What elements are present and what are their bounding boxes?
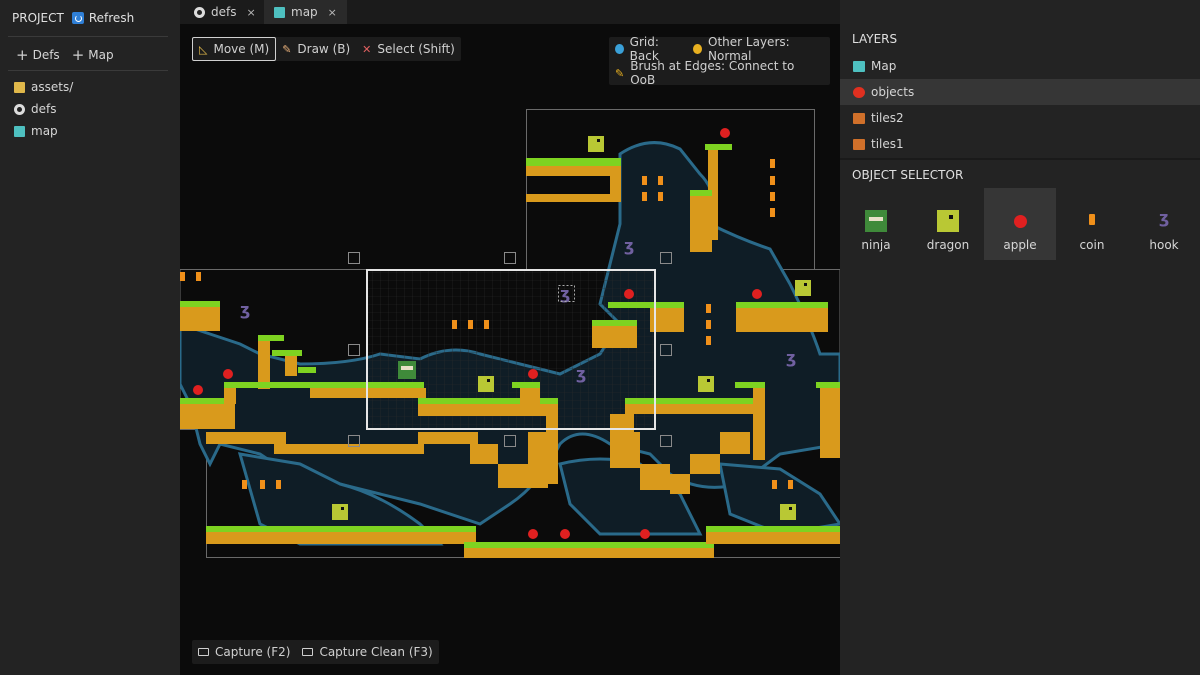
pencil-icon: ✎	[615, 66, 625, 80]
tab-bar: defs × map ×	[180, 0, 840, 24]
layer-item-map[interactable]: Map	[840, 53, 1200, 79]
tab-label: map	[291, 5, 318, 19]
select-tool-button[interactable]: ✕ Select (Shift)	[356, 37, 461, 61]
brush-icon: ✎	[282, 42, 292, 56]
folder-icon	[14, 81, 25, 93]
brush-edges-option-button[interactable]: ✎ Brush at Edges: Connect to OoB	[615, 59, 820, 87]
gear-icon	[194, 6, 205, 18]
tiles-icon	[853, 112, 865, 124]
draw-tool-button[interactable]: ✎ Draw (B)	[276, 37, 356, 61]
add-buttons: + Defs + Map	[16, 46, 114, 64]
add-defs-label: Defs	[32, 48, 60, 62]
object-label: dragon	[926, 238, 970, 252]
map-canvas[interactable]: ʒ ʒ ʒ ʒ ʒ ◺ Move (M) ✎ Draw (B) ✕ Select (S…	[180, 24, 840, 675]
close-icon[interactable]: ×	[328, 6, 337, 19]
tiles-icon	[853, 138, 865, 150]
layer-label: Map	[871, 59, 897, 73]
add-map-label: Map	[88, 48, 114, 62]
layer-item-tiles2[interactable]: tiles2	[840, 105, 1200, 131]
apple-icon	[1009, 210, 1031, 232]
svg-text:ʒ: ʒ	[560, 284, 570, 303]
plus-icon: +	[71, 46, 85, 64]
layer-label: tiles2	[871, 111, 904, 125]
layers-title: LAYERS	[852, 32, 898, 46]
object-label: ninja	[861, 238, 891, 252]
tree-item-label: assets/	[31, 80, 74, 94]
file-tree: assets/ defs map	[14, 76, 73, 142]
capture-label: Capture (F2)	[215, 645, 291, 659]
map-icon	[14, 125, 25, 137]
tab-defs[interactable]: defs ×	[184, 0, 266, 24]
select-icon: ✕	[362, 42, 372, 56]
capture-button[interactable]: Capture (F2)	[192, 640, 296, 664]
object-selector-title: OBJECT SELECTOR	[852, 168, 964, 182]
brush-edges-option-label: Brush at Edges: Connect to OoB	[630, 59, 795, 87]
apple-icon	[853, 86, 865, 98]
svg-text:ʒ: ʒ	[576, 364, 586, 383]
close-icon[interactable]: ×	[246, 6, 255, 19]
ninja-object	[398, 361, 416, 379]
tab-map[interactable]: map ×	[264, 0, 347, 24]
object-label: apple	[1003, 238, 1037, 252]
tree-item-label: defs	[31, 102, 57, 116]
tree-item-map[interactable]: map	[14, 120, 73, 142]
add-map-button[interactable]: + Map	[71, 46, 114, 64]
inspector-panel: LAYERS Map objects tiles2 tiles1 OBJECT …	[840, 0, 1200, 675]
tree-item-defs[interactable]: defs	[14, 98, 73, 120]
project-header: PROJECT Refresh	[12, 11, 134, 25]
gear-icon	[14, 103, 25, 115]
layer-label: objects	[871, 85, 915, 99]
ninja-icon	[865, 210, 887, 232]
object-label: coin	[1079, 238, 1105, 252]
layer-list: Map objects tiles2 tiles1	[840, 53, 1200, 157]
object-selector-grid: ninja dragon apple coin ʒ hook	[840, 188, 1200, 260]
svg-text:ʒ: ʒ	[624, 236, 634, 255]
divider	[8, 70, 168, 71]
ruler-icon: ◺	[199, 42, 208, 56]
capture-bar: Capture (F2) Capture Clean (F3)	[192, 640, 439, 664]
draw-tool-label: Draw (B)	[297, 42, 351, 56]
tree-item-assets[interactable]: assets/	[14, 76, 73, 98]
dragon-icon	[937, 210, 959, 232]
move-tool-button[interactable]: ◺ Move (M)	[192, 37, 277, 61]
layers-icon	[693, 44, 703, 54]
view-options: Grid: Back Other Layers: Normal ✎ Brush …	[609, 35, 830, 87]
camera-icon	[302, 648, 314, 656]
globe-icon	[615, 44, 624, 54]
divider	[840, 158, 1200, 160]
object-item-ninja[interactable]: ninja	[840, 188, 912, 260]
capture-clean-button[interactable]: Capture Clean (F3)	[296, 640, 438, 664]
object-item-coin[interactable]: coin	[1056, 188, 1128, 260]
object-item-hook[interactable]: ʒ hook	[1128, 188, 1200, 260]
move-tool-label: Move (M)	[213, 42, 270, 56]
add-defs-button[interactable]: + Defs	[16, 46, 60, 64]
map-icon	[853, 60, 865, 72]
tree-item-label: map	[31, 124, 58, 138]
refresh-button[interactable]: Refresh	[71, 11, 135, 25]
object-item-apple[interactable]: apple	[984, 188, 1056, 260]
coin-icon	[1081, 210, 1103, 232]
object-label: hook	[1149, 238, 1179, 252]
refresh-label: Refresh	[88, 11, 135, 25]
capture-clean-label: Capture Clean (F3)	[319, 645, 433, 659]
hook-icon: ʒ	[1159, 208, 1170, 227]
project-panel: PROJECT Refresh + Defs + Map assets/ def…	[0, 0, 180, 675]
tab-label: defs	[211, 5, 237, 19]
map-view[interactable]: ʒ ʒ ʒ ʒ ʒ	[180, 24, 840, 675]
divider	[8, 36, 168, 37]
project-title: PROJECT	[12, 11, 64, 25]
plus-icon: +	[16, 46, 29, 64]
tool-bar: ◺ Move (M) ✎ Draw (B) ✕ Select (Shift)	[192, 37, 461, 61]
layer-item-tiles1[interactable]: tiles1	[840, 131, 1200, 157]
svg-text:ʒ: ʒ	[240, 300, 250, 319]
layer-label: tiles1	[871, 137, 904, 151]
refresh-icon	[71, 12, 84, 24]
object-item-dragon[interactable]: dragon	[912, 188, 984, 260]
svg-text:ʒ: ʒ	[786, 348, 796, 367]
select-tool-label: Select (Shift)	[377, 42, 455, 56]
map-icon	[274, 6, 285, 18]
camera-icon	[198, 648, 209, 656]
layer-item-objects[interactable]: objects	[840, 79, 1200, 105]
